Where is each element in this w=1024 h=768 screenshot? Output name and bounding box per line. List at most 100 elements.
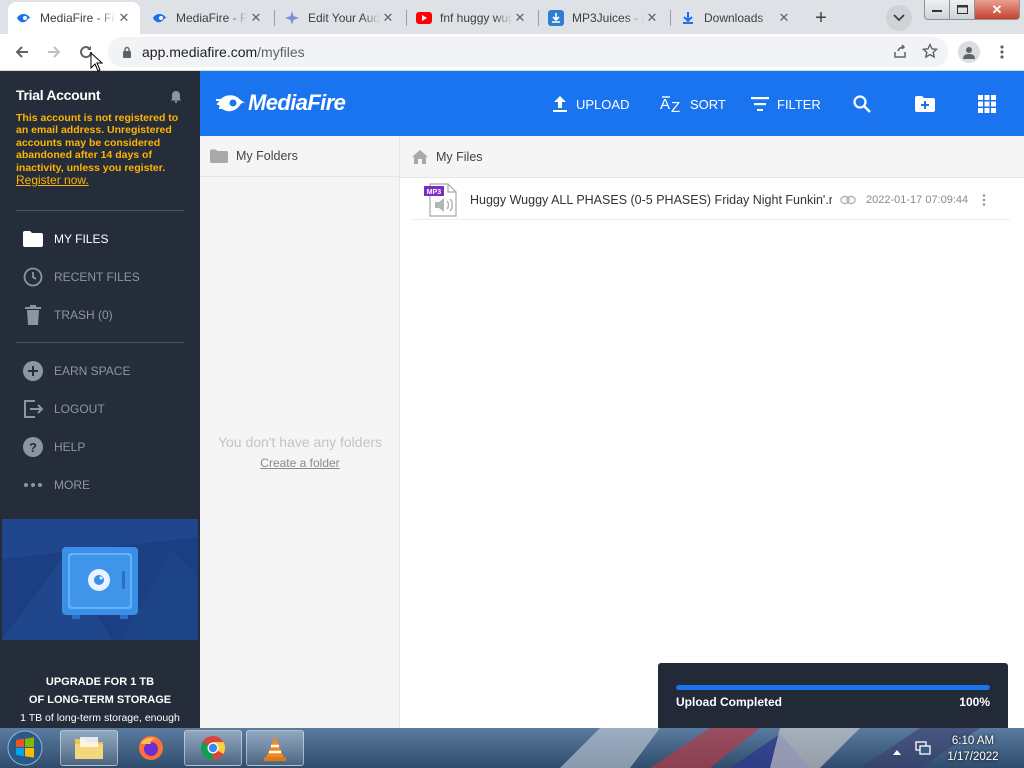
tab-search-button[interactable] <box>886 5 912 31</box>
mediafire-logo[interactable]: MediaFire <box>216 90 346 116</box>
file-pane: My Files MP3 Huggy Wuggy ALL PHASES (0-5… <box>400 136 1024 728</box>
windows-logo-icon <box>7 730 43 766</box>
file-row[interactable]: MP3 Huggy Wuggy ALL PHASES (0-5 PHASES) … <box>412 180 1010 220</box>
vault-illustration <box>2 519 198 640</box>
more-vertical-icon[interactable] <box>982 193 986 206</box>
trash-icon <box>22 304 44 326</box>
folder-pane-header[interactable]: My Folders <box>200 136 399 177</box>
tab-title: Edit Your Audio <box>308 11 380 25</box>
tab-close-icon[interactable]: ✕ <box>512 10 528 26</box>
search-icon[interactable] <box>850 93 874 115</box>
tab-separator <box>670 10 671 26</box>
bell-icon[interactable] <box>170 90 182 106</box>
network-icon[interactable] <box>915 740 931 759</box>
forward-button[interactable] <box>40 38 68 66</box>
mouse-cursor-icon <box>90 52 104 72</box>
promo-heading: UPGRADE FOR 1 TB OF LONG-TERM STORAGE <box>28 676 172 706</box>
tab-close-icon[interactable]: ✕ <box>248 10 264 26</box>
system-clock[interactable]: 6:10 AM 1/17/2022 <box>936 733 1010 765</box>
sidebar-item-trash[interactable]: TRASH (0) <box>22 303 113 327</box>
sidebar-item-logout[interactable]: LOGOUT <box>22 397 105 421</box>
window-maximize-button[interactable] <box>949 0 975 20</box>
new-folder-icon[interactable] <box>913 93 937 115</box>
audio-file-icon: MP3 <box>424 182 460 218</box>
tab-close-icon[interactable]: ✕ <box>380 10 396 26</box>
start-button[interactable] <box>4 729 46 767</box>
tab-mp3juices[interactable]: MP3Juices - Free ✕ <box>540 2 668 34</box>
sidebar-item-more[interactable]: MORE <box>22 473 90 497</box>
browser-toolbar: app.mediafire.com/myfiles <box>0 34 1024 71</box>
upload-status-text: Upload Completed <box>676 695 783 709</box>
svg-text:MP3: MP3 <box>427 189 442 196</box>
share-icon[interactable] <box>892 43 908 62</box>
create-folder-link[interactable]: Create a folder <box>200 456 400 470</box>
file-explorer-icon <box>75 737 103 759</box>
empty-folders-message: You don't have any folders <box>217 434 383 450</box>
chrome-icon <box>200 736 226 760</box>
tab-separator <box>538 10 539 26</box>
home-icon[interactable] <box>412 149 428 164</box>
windows-taskbar: 6:10 AM 1/17/2022 <box>0 728 1024 768</box>
tab-close-icon[interactable]: ✕ <box>116 10 132 26</box>
folder-icon <box>22 228 44 250</box>
taskbar-firefox[interactable] <box>122 730 180 766</box>
divider <box>16 342 184 343</box>
register-link[interactable]: Register now. <box>16 173 89 187</box>
mp3juices-icon <box>548 10 564 26</box>
download-icon <box>680 10 696 26</box>
lock-icon <box>120 45 134 59</box>
upgrade-promo[interactable]: UPGRADE FOR 1 TB OF LONG-TERM STORAGE 1 … <box>0 519 200 728</box>
tab-title: MP3Juices - Free <box>572 11 644 25</box>
sidebar-item-label: HELP <box>54 440 86 454</box>
breadcrumb: My Files <box>400 136 1024 178</box>
tray-expand-icon[interactable] <box>893 744 901 758</box>
upload-icon <box>552 95 568 113</box>
tab-audio-editor[interactable]: Edit Your Audio ✕ <box>276 2 404 34</box>
link-icon[interactable] <box>840 195 856 205</box>
browser-tab-strip: MediaFire - File sharing ✕ MediaFire - F… <box>0 0 1024 34</box>
taskbar-vlc[interactable] <box>246 730 304 766</box>
tab-mediafire-2[interactable]: MediaFire - File sharing ✕ <box>144 2 272 34</box>
tab-close-icon[interactable]: ✕ <box>644 10 660 26</box>
bookmark-star-icon[interactable] <box>921 42 939 62</box>
profile-avatar[interactable] <box>958 41 980 63</box>
upload-button[interactable]: UPLOAD <box>552 93 629 115</box>
sidebar-item-earn-space[interactable]: EARN SPACE <box>22 359 130 383</box>
more-vertical-icon <box>1000 45 1004 59</box>
upload-progress-bar <box>676 685 990 690</box>
filter-icon <box>751 97 769 111</box>
sidebar-item-help[interactable]: ? HELP <box>22 435 85 459</box>
back-button[interactable] <box>8 38 36 66</box>
account-title: Trial Account <box>16 87 101 103</box>
browser-menu-button[interactable] <box>992 42 1012 62</box>
person-icon <box>963 47 975 59</box>
new-tab-button[interactable]: + <box>808 5 834 31</box>
tab-downloads[interactable]: Downloads ✕ <box>672 2 800 34</box>
taskbar-chrome[interactable] <box>184 730 242 766</box>
taskbar-explorer[interactable] <box>60 730 118 766</box>
tab-separator <box>274 10 275 26</box>
upload-status-toast[interactable]: Upload Completed 100% <box>658 663 1008 728</box>
file-name[interactable]: Huggy Wuggy ALL PHASES (0-5 PHASES) Frid… <box>470 193 832 207</box>
address-bar[interactable]: app.mediafire.com/myfiles <box>108 37 948 67</box>
sidebar-item-my-files[interactable]: MY FILES <box>22 227 108 251</box>
tab-title: MediaFire - File sharing <box>176 11 248 25</box>
sidebar-item-label: EARN SPACE <box>54 364 131 378</box>
logout-icon <box>22 398 44 420</box>
tab-mediafire-1[interactable]: MediaFire - File sharing ✕ <box>8 2 140 34</box>
upload-progress-fill <box>676 685 990 690</box>
tab-youtube[interactable]: fnf huggy wuggy ✕ <box>408 2 536 34</box>
grid-view-icon[interactable] <box>975 93 999 115</box>
svg-text:Z: Z <box>671 99 680 113</box>
window-minimize-button[interactable] <box>924 0 950 20</box>
plus-circle-icon <box>22 360 44 382</box>
filter-button[interactable]: FILTER <box>751 93 821 115</box>
chevron-down-icon <box>893 14 905 22</box>
mediafire-icon <box>16 10 32 26</box>
sidebar-item-label: LOGOUT <box>54 402 105 416</box>
tab-close-icon[interactable]: ✕ <box>776 10 792 26</box>
sort-button[interactable]: AZ SORT <box>660 93 726 115</box>
window-close-button[interactable]: ✕ <box>974 0 1020 20</box>
sort-az-icon: AZ <box>660 95 682 113</box>
sidebar-item-recent-files[interactable]: RECENT FILES <box>22 265 140 289</box>
